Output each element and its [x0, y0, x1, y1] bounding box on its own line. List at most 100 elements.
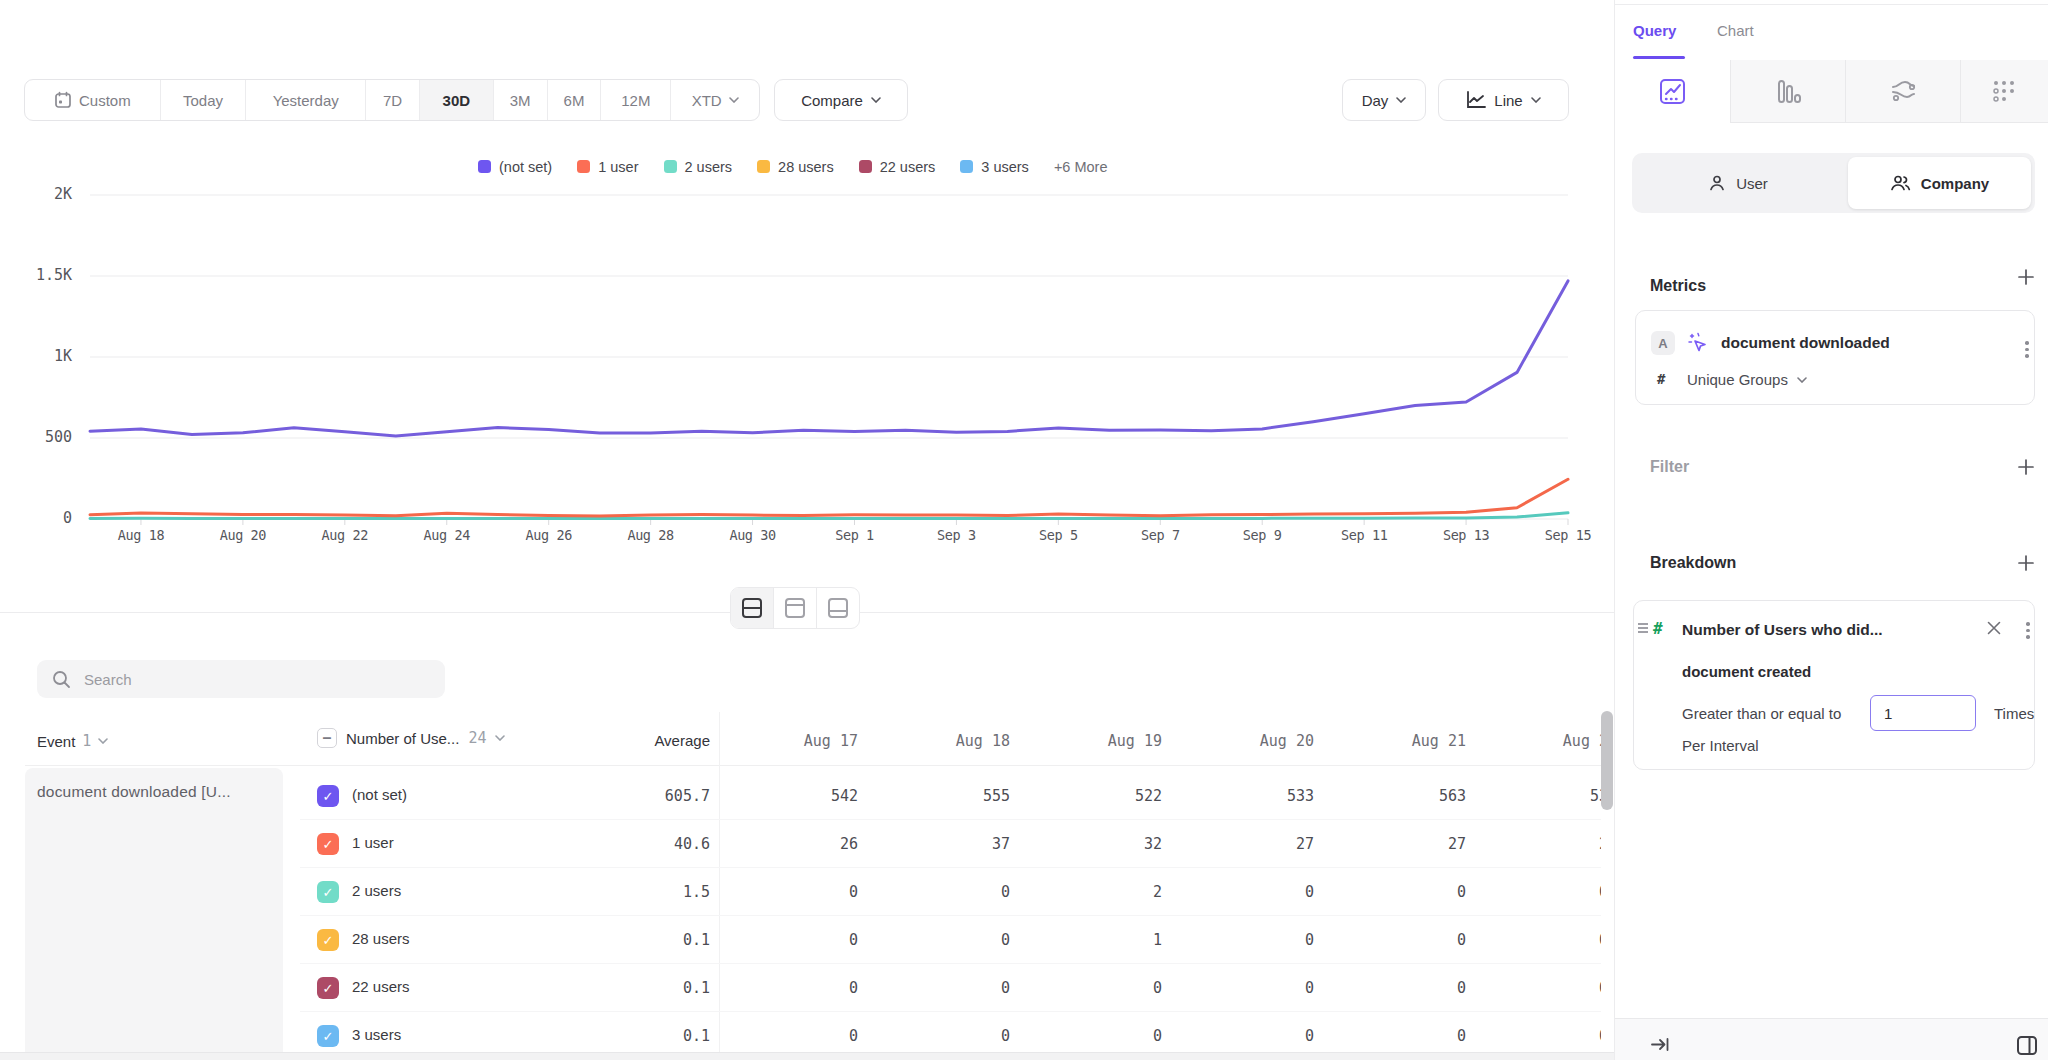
line-chart-icon [1466, 91, 1486, 109]
legend-more[interactable]: +6 More [1054, 159, 1108, 175]
series-label: (not set) [352, 786, 407, 803]
legend-item[interactable]: 3 users [960, 159, 1029, 175]
date-column-header: Aug 21 [1336, 732, 1466, 750]
add-filter-button[interactable] [2016, 457, 2036, 477]
range-custom[interactable]: Custom [25, 80, 161, 120]
range-today[interactable]: Today [161, 80, 247, 120]
layout-chart-button[interactable] [774, 588, 817, 628]
collapse-panel-icon[interactable] [1650, 1035, 1670, 1054]
range-xtd[interactable]: XTD [671, 80, 759, 120]
scope-company-button[interactable]: Company [1848, 157, 2031, 209]
series-label: 28 users [352, 930, 410, 947]
y-axis-label: 0 [12, 509, 72, 527]
cell-value: 0 [728, 979, 858, 997]
select-all-checkbox[interactable]: – [317, 728, 337, 748]
x-axis-label: Aug 18 [96, 527, 186, 543]
range-7d[interactable]: 7D [366, 80, 420, 120]
date-column-header: Aug 20 [1184, 732, 1314, 750]
legend-label: (not set) [499, 159, 552, 175]
view-tab-grid[interactable] [1960, 60, 2048, 123]
legend-item[interactable]: 1 user [577, 159, 638, 175]
range-6m[interactable]: 6M [548, 80, 602, 120]
drag-handle-icon[interactable] [1638, 623, 1648, 633]
layout-split-button[interactable] [731, 588, 774, 628]
compare-button[interactable]: Compare [774, 79, 908, 121]
layout-table-button[interactable] [817, 588, 859, 628]
view-tab-line[interactable] [1615, 60, 1730, 123]
legend-item[interactable]: 22 users [859, 159, 936, 175]
y-axis-label: 2K [12, 185, 72, 203]
series-column-header[interactable]: – Number of Use... 24 [317, 728, 505, 748]
vertical-scrollbar-thumb[interactable] [1601, 711, 1613, 810]
cell-value: 0 [1032, 1027, 1162, 1045]
range-12m[interactable]: 12M [601, 80, 671, 120]
breakdown-event: document created [1682, 663, 1811, 680]
layout-split-icon [741, 597, 763, 619]
breakdown-more-button[interactable] [2026, 622, 2030, 639]
chevron-down-icon [729, 97, 739, 103]
scope-user-button[interactable]: User [1632, 153, 1844, 213]
cell-value: 542 [728, 787, 858, 805]
cell-value: 0 [880, 883, 1010, 901]
series-checkbox[interactable]: ✓ [317, 833, 339, 855]
granularity-button[interactable]: Day [1342, 79, 1426, 121]
table-row: ✓22 users0.1000000 [0, 964, 1601, 1012]
legend-item[interactable]: 28 users [757, 159, 834, 175]
metric-measure-prefix: # [1657, 371, 1665, 387]
metric-more-button[interactable] [2025, 341, 2029, 358]
series-checkbox[interactable]: ✓ [317, 1025, 339, 1047]
breakdown-section-title: Breakdown [1650, 554, 1736, 572]
cell-value: 0 [1184, 883, 1314, 901]
metric-name: document downloaded [1721, 334, 1890, 352]
series-checkbox[interactable]: ✓ [317, 881, 339, 903]
search-input[interactable] [84, 671, 424, 688]
series-checkbox[interactable]: ✓ [317, 785, 339, 807]
add-metric-button[interactable] [2016, 267, 2036, 287]
layout-toggle [730, 587, 860, 629]
tab-chart[interactable]: Chart [1717, 22, 1754, 39]
tab-query[interactable]: Query [1633, 22, 1676, 39]
legend-item[interactable]: (not set) [478, 159, 552, 175]
breakdown-card[interactable]: # Number of Users who did... document cr… [1633, 600, 2035, 770]
legend-swatch [859, 160, 872, 173]
close-icon[interactable] [1986, 620, 2002, 636]
metric-measure-dropdown[interactable]: Unique Groups [1687, 371, 1807, 388]
chart-type-button[interactable]: Line [1438, 79, 1569, 121]
tab-query-underline [1633, 56, 1685, 59]
date-column-header: Aug 17 [728, 732, 858, 750]
metric-event-icon [1687, 332, 1710, 355]
series-label: 2 users [352, 882, 401, 899]
x-axis-label: Aug 30 [708, 527, 798, 543]
average-value: 0.1 [580, 931, 710, 949]
average-value: 0.1 [580, 979, 710, 997]
range-30d[interactable]: 30D [420, 80, 494, 120]
cell-value: 0 [728, 1027, 858, 1045]
user-icon [1708, 174, 1726, 192]
horizontal-scrollbar-track [0, 1052, 1614, 1060]
range-yesterday[interactable]: Yesterday [246, 80, 366, 120]
event-column-header[interactable]: Event 1 [37, 732, 108, 750]
view-tab-flow[interactable] [1845, 60, 1960, 123]
x-axis-label: Sep 3 [911, 527, 1001, 543]
x-axis-label: Sep 11 [1319, 527, 1409, 543]
cell-value: 27 [1336, 835, 1466, 853]
breakdown-value-input[interactable]: 1 [1870, 695, 1976, 731]
metric-card[interactable]: A document downloaded # Unique Groups [1635, 310, 2035, 405]
toggle-sidebar-icon[interactable] [2016, 1035, 2038, 1056]
cell-value: 0 [1478, 931, 1601, 949]
event-header-label: Event [37, 733, 75, 750]
flow-view-icon [1890, 78, 1917, 105]
average-column-header[interactable]: Average [560, 732, 710, 749]
date-range-toolbar: CustomTodayYesterday7D30D3M6M12MXTD [24, 79, 760, 121]
scope-toggle: User Company [1632, 153, 2035, 213]
view-tab-bar[interactable] [1730, 60, 1845, 123]
add-breakdown-button[interactable] [2016, 553, 2036, 573]
cell-value: 0 [1184, 1027, 1314, 1045]
range-3m[interactable]: 3M [494, 80, 548, 120]
legend-item[interactable]: 2 users [664, 159, 733, 175]
cell-value: 53 [1478, 787, 1601, 805]
series-checkbox[interactable]: ✓ [317, 929, 339, 951]
x-axis-label: Aug 26 [504, 527, 594, 543]
series-checkbox[interactable]: ✓ [317, 977, 339, 999]
average-value: 1.5 [580, 883, 710, 901]
